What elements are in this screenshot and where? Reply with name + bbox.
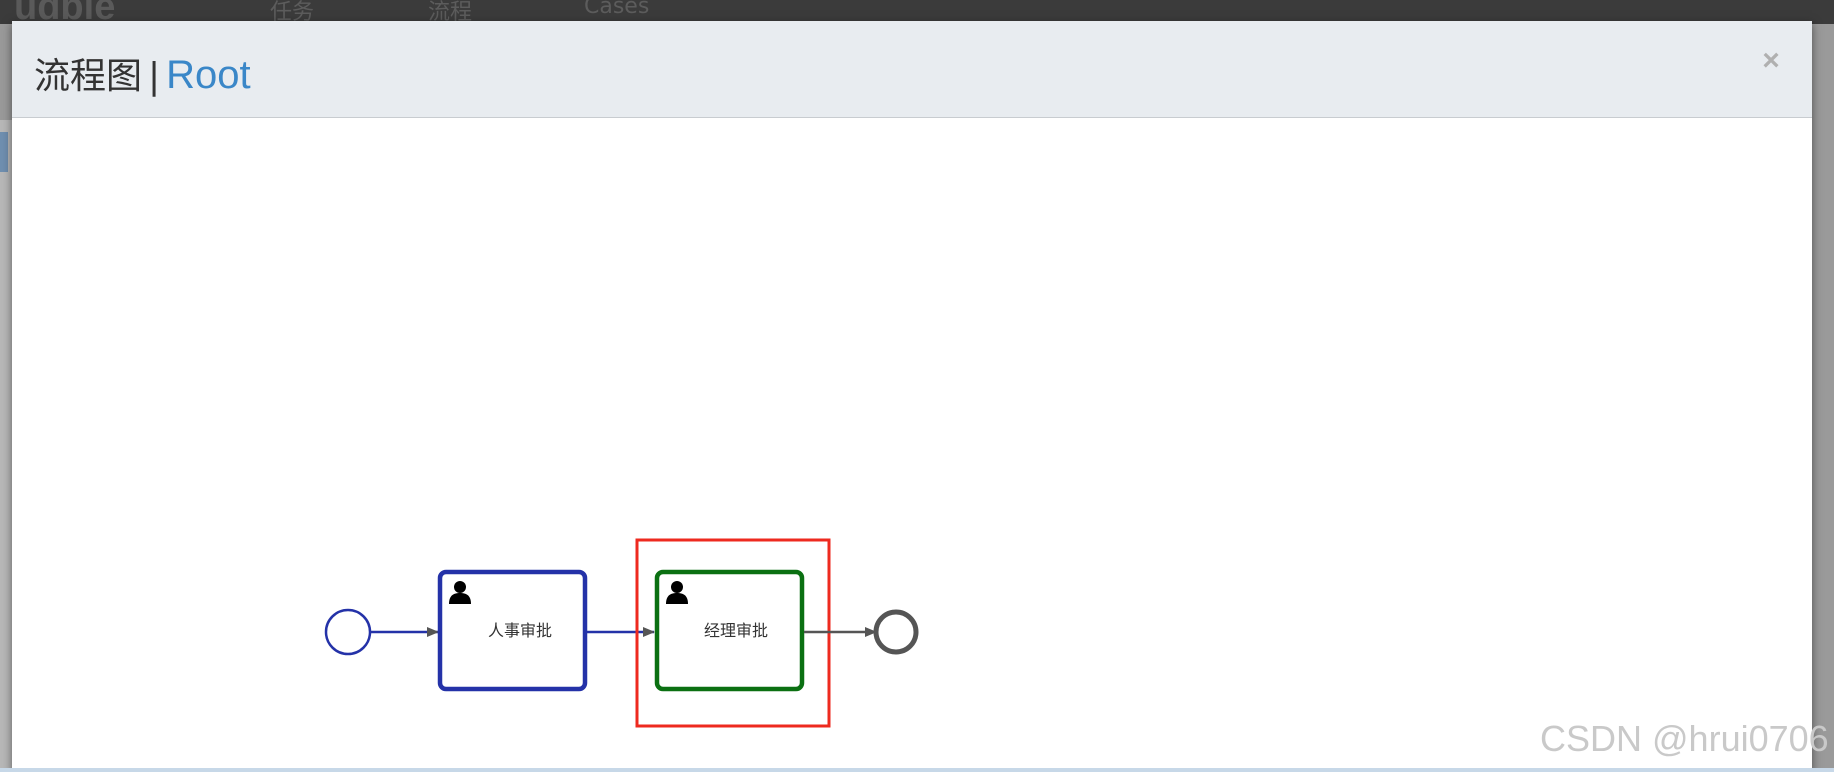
modal-body: 人事审批 经理审批 xyxy=(12,118,1812,772)
watermark: CSDN @hrui0706 xyxy=(1540,718,1829,759)
user-task-manager-approval[interactable]: 经理审批 xyxy=(654,569,805,692)
task-label: 经理审批 xyxy=(704,621,768,640)
task-label: 人事审批 xyxy=(488,621,552,640)
start-event[interactable] xyxy=(324,608,372,656)
modal-header: 流程图 | Root × xyxy=(12,21,1812,118)
background-left-accent xyxy=(0,132,8,172)
process-diagram: 人事审批 经理审批 xyxy=(324,538,919,728)
close-button[interactable]: × xyxy=(1756,43,1786,79)
modal-title-text: 流程图 xyxy=(34,56,143,97)
background-left-strip xyxy=(0,120,12,772)
page-bottom-bar xyxy=(0,768,1834,772)
modal-title: 流程图 | Root xyxy=(34,47,251,99)
background-nav-item: Cases xyxy=(584,0,650,19)
end-event[interactable] xyxy=(873,609,919,655)
process-diagram-modal: 流程图 | Root × 人事审批 经理审批 xyxy=(12,21,1812,772)
title-separator: | xyxy=(148,56,161,97)
modal-subtitle: Root xyxy=(166,53,251,97)
user-task-hr-approval[interactable]: 人事审批 xyxy=(437,569,588,692)
